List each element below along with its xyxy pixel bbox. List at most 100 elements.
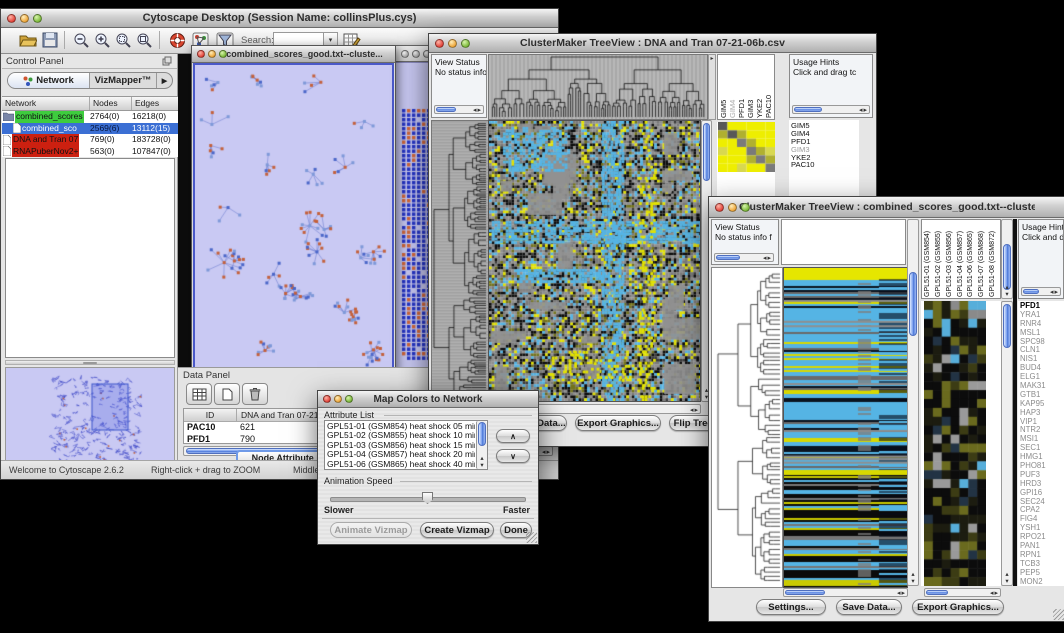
tv2-save-data-button[interactable]: Save Data... [836, 599, 902, 615]
minimize-button[interactable] [412, 50, 420, 58]
delete-attribute-button[interactable] [242, 383, 268, 405]
gene-item[interactable]: MON2 [1020, 578, 1064, 586]
attr-col-id[interactable]: ID [184, 409, 237, 421]
tv2-col-label[interactable]: GPL51-06 (GSM865) [966, 221, 977, 297]
open-file-icon[interactable] [19, 32, 37, 48]
minimize-button[interactable] [334, 395, 342, 403]
main-titlebar[interactable]: Cytoscape Desktop (Session Name: collins… [1, 9, 558, 28]
gene-item[interactable]: ELG1 [1020, 373, 1064, 382]
gene-item[interactable]: YKE2 [791, 154, 859, 162]
close-button[interactable] [715, 203, 724, 212]
tv1-row-dendrogram[interactable] [431, 120, 489, 402]
animate-vizmap-button[interactable]: Animate Vizmap [330, 522, 412, 538]
tv2-heatmap[interactable] [783, 267, 908, 588]
tv2-col-label[interactable]: GPL51-01 (GSM854) [923, 221, 934, 297]
network-view-canvas[interactable] [193, 63, 394, 376]
minimize-button[interactable] [448, 39, 457, 48]
tv2-col-label[interactable]: GPL51-07 (GSM868) [977, 221, 988, 297]
zoom-selected-icon[interactable] [115, 32, 132, 49]
tab-more-button[interactable]: ▶ [157, 73, 172, 88]
animation-slider[interactable] [330, 492, 526, 504]
close-button[interactable] [435, 39, 444, 48]
move-up-button[interactable]: ∧ [496, 429, 530, 443]
zoom-button[interactable] [345, 395, 353, 403]
gene-item[interactable]: MAK31 [1020, 382, 1064, 391]
gene-item[interactable]: PAN1 [1020, 542, 1064, 551]
gene-item[interactable]: SPC98 [1020, 338, 1064, 347]
attribute-select-button[interactable] [186, 383, 212, 405]
gene-item[interactable]: TCB3 [1020, 560, 1064, 569]
attribute-list-item[interactable]: GPL51-04 (GSM857) heat shock 20 min [325, 450, 475, 459]
network-view-titlebar[interactable]: combined_scores_good.txt--cluste... [192, 46, 395, 63]
tv2-row-dendrogram[interactable] [711, 267, 783, 588]
tv1-col-label[interactable]: GIM3 [746, 56, 755, 118]
gene-item[interactable]: FIG4 [1020, 515, 1064, 524]
gene-item[interactable]: GIM5 [791, 122, 859, 130]
gene-item[interactable]: HRD3 [1020, 480, 1064, 489]
gene-item[interactable]: MSL1 [1020, 329, 1064, 338]
gene-item[interactable]: RPN1 [1020, 551, 1064, 560]
tv1-col-label[interactable]: GIM4 [728, 56, 737, 118]
zoom-in-icon[interactable] [94, 32, 111, 49]
resize-grip[interactable] [526, 532, 537, 543]
gene-item[interactable]: CPA2 [1020, 506, 1064, 515]
close-button[interactable] [323, 395, 331, 403]
tv1-detail-matrix[interactable] [718, 122, 775, 172]
tv1-column-labels[interactable]: GIM5 GIM4 PFD1 GIM3 YKE2 PAC10 [717, 54, 775, 120]
gene-item[interactable]: YRA1 [1020, 311, 1064, 320]
gene-item[interactable]: GPI16 [1020, 489, 1064, 498]
gene-item[interactable]: PUF3 [1020, 471, 1064, 480]
attribute-listbox[interactable]: GPL51-01 (GSM854) heat shock 05 minGPL51… [324, 420, 488, 470]
tab-network[interactable]: Network [8, 73, 90, 88]
tv1-export-graphics-button[interactable]: Export Graphics... [575, 415, 661, 431]
dialog-titlebar[interactable]: Map Colors to Network [318, 391, 538, 408]
attribute-list-scrollbar[interactable]: ▴▾ [476, 421, 487, 469]
tv2-genelist-scrollbar[interactable]: ▴▾ [1001, 301, 1013, 586]
zoom-button[interactable] [219, 50, 227, 58]
tv1-usage-scrollbar[interactable]: ◂▸ [792, 105, 870, 114]
float-panel-icon[interactable] [162, 56, 172, 66]
tv2-col-label[interactable]: GPL51-02 (GSM855) [934, 221, 945, 297]
gene-item[interactable]: PFD1 [791, 138, 859, 146]
attribute-list-item[interactable]: GPL51-06 (GSM865) heat shock 40 min [325, 460, 475, 469]
tv2-labels-scrollbar[interactable]: ▴▾ [1001, 219, 1013, 299]
zoom-fit-icon[interactable] [136, 32, 153, 49]
zoom-button[interactable] [461, 39, 470, 48]
network-row-selected[interactable]: combined_sco 2569(6) 13112(15) [2, 123, 178, 135]
tv1-col-label[interactable]: PAC10 [764, 56, 773, 118]
tv2-status-scrollbar[interactable]: ◂▸ [714, 253, 774, 262]
tv1-status-scrollbar[interactable]: ◂▸ [434, 105, 484, 114]
tv2-settings-button[interactable]: Settings... [756, 599, 826, 615]
tv2-heatmap-hscrollbar[interactable]: ◂▸ [783, 588, 908, 597]
tv2-column-labels[interactable]: GPL51-01 (GSM854) GPL51-02 (GSM855) GPL5… [921, 219, 1001, 299]
tv1-heatmap[interactable] [488, 120, 701, 402]
attribute-list-item[interactable]: GPL51-02 (GSM855) heat shock 10 min [325, 431, 475, 440]
tv2-column-dendrogram[interactable] [781, 219, 906, 265]
gene-item[interactable]: RPO21 [1020, 533, 1064, 542]
gene-item[interactable]: PAC10 [791, 161, 859, 169]
resize-grip[interactable] [1053, 609, 1064, 620]
gene-item[interactable]: KAP95 [1020, 400, 1064, 409]
gene-item[interactable]: HAP3 [1020, 409, 1064, 418]
gene-item[interactable]: SEC1 [1020, 444, 1064, 453]
zoom-out-icon[interactable] [73, 32, 90, 49]
gene-item[interactable]: PEP5 [1020, 569, 1064, 578]
gene-item[interactable]: GTB1 [1020, 391, 1064, 400]
gene-item[interactable]: SEC24 [1020, 498, 1064, 507]
network-row-dna[interactable]: DNA and Tran 07 769(0) 183728(0) [2, 134, 178, 146]
gene-item[interactable]: BUD4 [1020, 364, 1064, 373]
network-row-combined-scores[interactable]: combined_scores 2764(0) 16218(0) [2, 111, 178, 123]
move-down-button[interactable]: ∨ [496, 449, 530, 463]
minimize-button[interactable] [20, 14, 29, 23]
treeview-combined-titlebar[interactable]: ClusterMaker TreeView : combined_scores_… [709, 197, 1064, 218]
gene-item[interactable]: GIM4 [791, 130, 859, 138]
tv2-col-label[interactable]: GPL51-04 (GSM857) [956, 221, 967, 297]
new-attribute-button[interactable] [214, 383, 240, 405]
zoom-button[interactable] [33, 14, 42, 23]
tv2-detail-hscrollbar[interactable]: ◂▸ [924, 588, 1001, 597]
gene-item[interactable]: GIM3 [791, 146, 859, 154]
gene-item[interactable]: VIP1 [1020, 418, 1064, 427]
help-lifering-icon[interactable] [169, 32, 186, 49]
create-vizmap-button[interactable]: Create Vizmap [420, 522, 494, 538]
tv1-col-label[interactable]: YKE2 [755, 56, 764, 118]
